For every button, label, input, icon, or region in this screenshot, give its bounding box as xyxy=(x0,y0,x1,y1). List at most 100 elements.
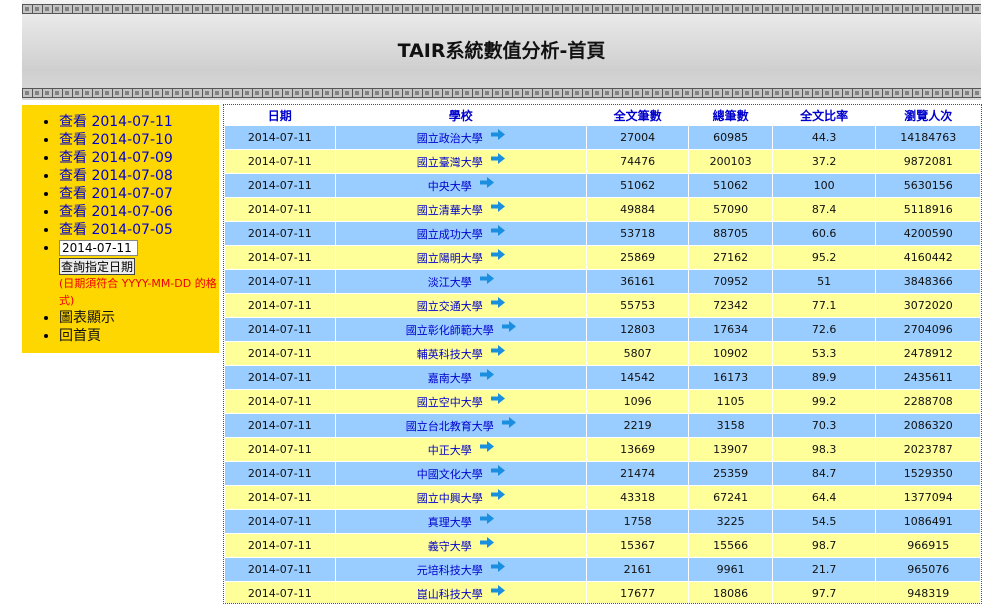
cell-date: 2014-07-11 xyxy=(225,174,335,197)
cell-date: 2014-07-11 xyxy=(225,246,335,269)
cell-fulltext-ratio: 100 xyxy=(772,174,876,197)
arrow-right-icon[interactable] xyxy=(479,512,494,527)
arrow-right-icon[interactable] xyxy=(501,320,516,335)
arrow-right-icon[interactable] xyxy=(479,272,494,287)
cell-fulltext-count: 55753 xyxy=(586,294,689,317)
cell-fulltext-count: 12803 xyxy=(586,318,689,341)
date-input[interactable] xyxy=(59,240,138,256)
cell-school: 義守大學 xyxy=(335,534,586,557)
column-header-school[interactable]: 學校 xyxy=(335,106,586,125)
arrow-right-icon[interactable] xyxy=(479,440,494,455)
cell-date: 2014-07-11 xyxy=(225,438,335,461)
arrow-right-icon[interactable] xyxy=(490,200,505,215)
arrow-right-icon[interactable] xyxy=(490,392,505,407)
school-link[interactable]: 中央大學 xyxy=(428,180,472,193)
arrow-right-icon[interactable] xyxy=(490,344,505,359)
view-date-link[interactable]: 查看 2014-07-05 xyxy=(59,222,173,238)
cell-total-count: 17634 xyxy=(689,318,772,341)
arrow-right-icon[interactable] xyxy=(490,296,505,311)
cell-total-count: 200103 xyxy=(689,150,772,173)
arrow-right-icon[interactable] xyxy=(479,368,494,383)
column-header-date[interactable]: 日期 xyxy=(225,106,335,125)
school-link[interactable]: 國立成功大學 xyxy=(417,228,483,241)
cell-views: 3072020 xyxy=(876,294,980,317)
school-link[interactable]: 真理大學 xyxy=(428,516,472,529)
cell-fulltext-count: 51062 xyxy=(586,174,689,197)
view-date-link[interactable]: 查看 2014-07-08 xyxy=(59,168,173,184)
cell-school: 國立陽明大學 xyxy=(335,246,586,269)
school-link[interactable]: 國立空中大學 xyxy=(417,396,483,409)
table-row: 2014-07-11 嘉南大學 14542 16173 89.9 2435611 xyxy=(225,366,980,389)
table-row: 2014-07-11 中正大學 13669 13907 98.3 2023787 xyxy=(225,438,980,461)
stats-table: 日期 學校 全文筆數 總筆數 全文比率 瀏覽人次 2014-07-11 國立政治大… xyxy=(224,105,981,603)
cell-views: 4200590 xyxy=(876,222,980,245)
cell-views: 2704096 xyxy=(876,318,980,341)
column-header-fulltext-ratio[interactable]: 全文比率 xyxy=(772,106,876,125)
arrow-right-icon[interactable] xyxy=(490,224,505,239)
school-link[interactable]: 國立清華大學 xyxy=(417,204,483,217)
arrow-right-icon[interactable] xyxy=(490,584,505,599)
view-date-link[interactable]: 查看 2014-07-10 xyxy=(59,132,173,148)
cell-fulltext-count: 43318 xyxy=(586,486,689,509)
arrow-right-icon[interactable] xyxy=(490,560,505,575)
column-header-views[interactable]: 瀏覽人次 xyxy=(876,106,980,125)
cell-fulltext-ratio: 97.7 xyxy=(772,582,876,603)
school-link[interactable]: 義守大學 xyxy=(428,540,472,553)
arrow-right-icon[interactable] xyxy=(490,152,505,167)
school-link[interactable]: 淡江大學 xyxy=(428,276,472,289)
cell-date: 2014-07-11 xyxy=(225,558,335,581)
view-date-link[interactable]: 查看 2014-07-09 xyxy=(59,150,173,166)
cell-total-count: 13907 xyxy=(689,438,772,461)
school-link[interactable]: 崑山科技大學 xyxy=(417,588,483,601)
school-link[interactable]: 中正大學 xyxy=(428,444,472,457)
arrow-right-icon[interactable] xyxy=(479,176,494,191)
arrow-right-icon[interactable] xyxy=(479,536,494,551)
table-row: 2014-07-11 國立政治大學 27004 60985 44.3 14184763 xyxy=(225,126,980,149)
cell-school: 中正大學 xyxy=(335,438,586,461)
view-date-link[interactable]: 查看 2014-07-07 xyxy=(59,186,173,202)
cell-school: 國立清華大學 xyxy=(335,198,586,221)
view-date-link[interactable]: 查看 2014-07-11 xyxy=(59,114,173,130)
sidebar-item: 查看 2014-07-05 xyxy=(59,221,219,239)
table-row: 2014-07-11 國立交通大學 55753 72342 77.1 3072020 xyxy=(225,294,980,317)
column-header-total-count[interactable]: 總筆數 xyxy=(689,106,772,125)
column-header-fulltext-count[interactable]: 全文筆數 xyxy=(586,106,689,125)
cell-fulltext-count: 17677 xyxy=(586,582,689,603)
school-link[interactable]: 國立政治大學 xyxy=(417,132,483,145)
arrow-right-icon[interactable] xyxy=(490,488,505,503)
school-link[interactable]: 國立台北教育大學 xyxy=(406,420,494,433)
table-header-row: 日期 學校 全文筆數 總筆數 全文比率 瀏覽人次 xyxy=(225,106,980,125)
cell-fulltext-ratio: 51 xyxy=(772,270,876,293)
cell-fulltext-count: 14542 xyxy=(586,366,689,389)
school-link[interactable]: 國立交通大學 xyxy=(417,300,483,313)
school-link[interactable]: 國立彰化師範大學 xyxy=(406,324,494,337)
arrow-right-icon[interactable] xyxy=(490,464,505,479)
cell-school: 輔英科技大學 xyxy=(335,342,586,365)
cell-fulltext-ratio: 84.7 xyxy=(772,462,876,485)
school-link[interactable]: 嘉南大學 xyxy=(428,372,472,385)
school-link[interactable]: 國立臺灣大學 xyxy=(417,156,483,169)
view-date-link[interactable]: 查看 2014-07-06 xyxy=(59,204,173,220)
cell-date: 2014-07-11 xyxy=(225,342,335,365)
cell-fulltext-ratio: 87.4 xyxy=(772,198,876,221)
school-link[interactable]: 國立中興大學 xyxy=(417,492,483,505)
cell-date: 2014-07-11 xyxy=(225,126,335,149)
cell-views: 5630156 xyxy=(876,174,980,197)
school-link[interactable]: 輔英科技大學 xyxy=(417,348,483,361)
header-border-top xyxy=(22,4,981,14)
arrow-right-icon[interactable] xyxy=(501,416,516,431)
school-link[interactable]: 中國文化大學 xyxy=(417,468,483,481)
query-date-button[interactable]: 查詢指定日期 xyxy=(59,258,136,275)
chart-view-link[interactable]: 圖表顯示 xyxy=(59,310,115,326)
cell-date: 2014-07-11 xyxy=(225,510,335,533)
cell-views: 3848366 xyxy=(876,270,980,293)
table-row: 2014-07-11 中國文化大學 21474 25359 84.7 1529350 xyxy=(225,462,980,485)
arrow-right-icon[interactable] xyxy=(490,128,505,143)
school-link[interactable]: 元培科技大學 xyxy=(417,564,483,577)
cell-date: 2014-07-11 xyxy=(225,150,335,173)
cell-fulltext-count: 5807 xyxy=(586,342,689,365)
home-link[interactable]: 回首頁 xyxy=(59,328,101,344)
arrow-right-icon[interactable] xyxy=(490,248,505,263)
school-link[interactable]: 國立陽明大學 xyxy=(417,252,483,265)
cell-fulltext-ratio: 70.3 xyxy=(772,414,876,437)
